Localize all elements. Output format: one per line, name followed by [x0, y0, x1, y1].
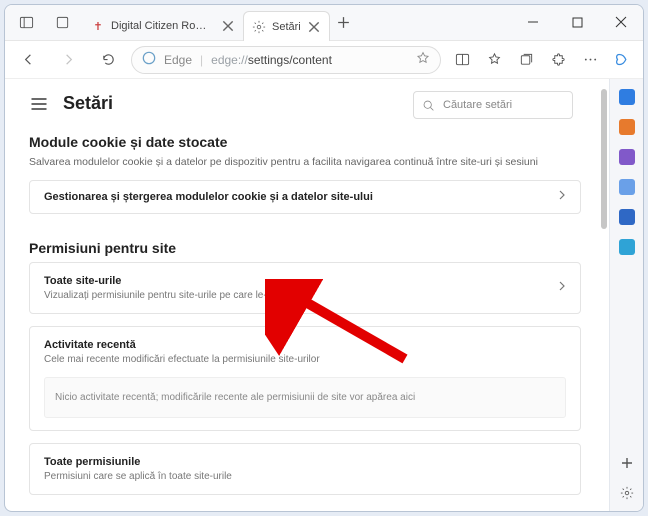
forward-button[interactable] [51, 43, 85, 77]
copilot-button[interactable] [607, 46, 637, 74]
address-bar[interactable]: Edge | edge://settings/content [131, 46, 441, 74]
address-text: edge://settings/content [211, 53, 332, 67]
settings-page: Setări Căutare setări Module cookie și d… [5, 79, 609, 511]
minimize-icon [527, 16, 539, 28]
sidebar-app-5[interactable] [617, 207, 637, 227]
page-title: Setări [63, 93, 113, 114]
window-controls [511, 5, 643, 40]
content-area: Setări Căutare setări Module cookie și d… [5, 79, 643, 511]
close-icon [615, 16, 627, 28]
star-icon [416, 51, 430, 65]
split-screen-button[interactable] [447, 46, 477, 74]
cross-favicon-icon: ✝ [91, 19, 105, 33]
address-prefix: Edge [164, 53, 192, 67]
collections-button[interactable] [511, 46, 541, 74]
vertical-tabs-button[interactable] [45, 6, 79, 40]
toolbar: Edge | edge://settings/content [5, 41, 643, 79]
collections-icon [519, 52, 534, 67]
close-icon[interactable] [221, 19, 235, 33]
all-sites-card[interactable]: Toate site-urile Vizualizați permisiunil… [29, 262, 581, 314]
toolbar-right [447, 46, 637, 74]
browser-window: ✝ Digital Citizen România - Viața I… Set… [4, 4, 644, 512]
all-permissions-sub: Permisiuni care se aplică în toate site-… [44, 471, 566, 482]
scroll-thumb[interactable] [601, 89, 607, 229]
search-placeholder: Căutare setări [443, 99, 512, 111]
tab-digital-citizen[interactable]: ✝ Digital Citizen România - Viața I… [83, 11, 243, 41]
square-icon [55, 15, 70, 30]
section-cookies-desc: Salvarea modulelor cookie și a datelor p… [29, 156, 581, 168]
close-icon[interactable] [307, 20, 321, 34]
sidebar-settings-button[interactable] [617, 483, 637, 503]
hamburger-icon [29, 94, 49, 114]
section-perms-title: Permisiuni pentru site [29, 240, 581, 256]
manage-cookies-card[interactable]: Gestionarea și ștergerea modulelor cooki… [29, 180, 581, 214]
all-sites-title: Toate site-urile [44, 275, 566, 287]
recent-activity-sub: Cele mai recente modificări efectuate la… [44, 354, 566, 365]
favorite-button[interactable] [416, 51, 430, 68]
search-settings-input[interactable]: Căutare setări [413, 91, 573, 119]
back-button[interactable] [11, 43, 45, 77]
recent-activity-empty: Nicio activitate recentă; modificările r… [44, 377, 566, 418]
gear-icon [620, 486, 634, 500]
chevron-right-icon [556, 279, 568, 297]
arrow-right-icon [61, 52, 76, 67]
sidebar-app-4[interactable] [617, 177, 637, 197]
plus-icon [336, 15, 351, 30]
dots-icon [583, 52, 598, 67]
sidebar-app-3[interactable] [617, 147, 637, 167]
chevron-right-icon [556, 188, 568, 206]
menu-button[interactable] [575, 46, 605, 74]
divider: | [200, 53, 203, 67]
plus-icon [620, 456, 634, 470]
gear-icon [252, 20, 266, 34]
maximize-icon [572, 17, 583, 28]
favorites-button[interactable] [479, 46, 509, 74]
new-tab-button[interactable] [330, 5, 358, 39]
tab-title: Setări [272, 21, 301, 33]
edge-logo-icon [142, 51, 156, 68]
sidebar-app-1[interactable] [617, 87, 637, 107]
all-sites-sub: Vizualizați permisiunile pentru site-uri… [44, 290, 566, 301]
extensions-button[interactable] [543, 46, 573, 74]
scrollbar[interactable] [601, 89, 607, 289]
recent-activity-title: Activitate recentă [44, 339, 566, 351]
all-permissions-title: Toate permisiunile [44, 456, 566, 468]
url-path: settings/content [248, 53, 332, 67]
url-scheme: edge:// [211, 53, 248, 67]
split-icon [455, 52, 470, 67]
tab-settings[interactable]: Setări [243, 11, 330, 41]
recent-activity-card: Activitate recentă Cele mai recente modi… [29, 326, 581, 431]
all-permissions-card[interactable]: Toate permisiunile Permisiuni care se ap… [29, 443, 581, 495]
section-cookies-title: Module cookie și date stocate [29, 134, 581, 150]
panel-icon [19, 15, 34, 30]
sidebar-app-2[interactable] [617, 117, 637, 137]
close-window-button[interactable] [599, 5, 643, 39]
manage-cookies-label: Gestionarea și ștergerea modulelor cooki… [44, 191, 566, 203]
minimize-button[interactable] [511, 5, 555, 39]
edge-sidebar [609, 79, 643, 511]
search-icon [422, 99, 435, 112]
titlebar: ✝ Digital Citizen România - Viața I… Set… [5, 5, 643, 41]
puzzle-icon [551, 52, 566, 67]
sidebar-add-button[interactable] [617, 453, 637, 473]
sidebar-app-6[interactable] [617, 237, 637, 257]
tab-actions-button[interactable] [9, 6, 43, 40]
tab-title: Digital Citizen România - Viața I… [111, 20, 215, 32]
copilot-icon [615, 52, 630, 67]
maximize-button[interactable] [555, 5, 599, 39]
settings-menu-button[interactable] [29, 94, 49, 114]
refresh-button[interactable] [91, 43, 125, 77]
star-plus-icon [487, 52, 502, 67]
refresh-icon [101, 52, 116, 67]
arrow-left-icon [21, 52, 36, 67]
titlebar-spacer [358, 5, 511, 40]
tab-strip-left [5, 5, 83, 40]
